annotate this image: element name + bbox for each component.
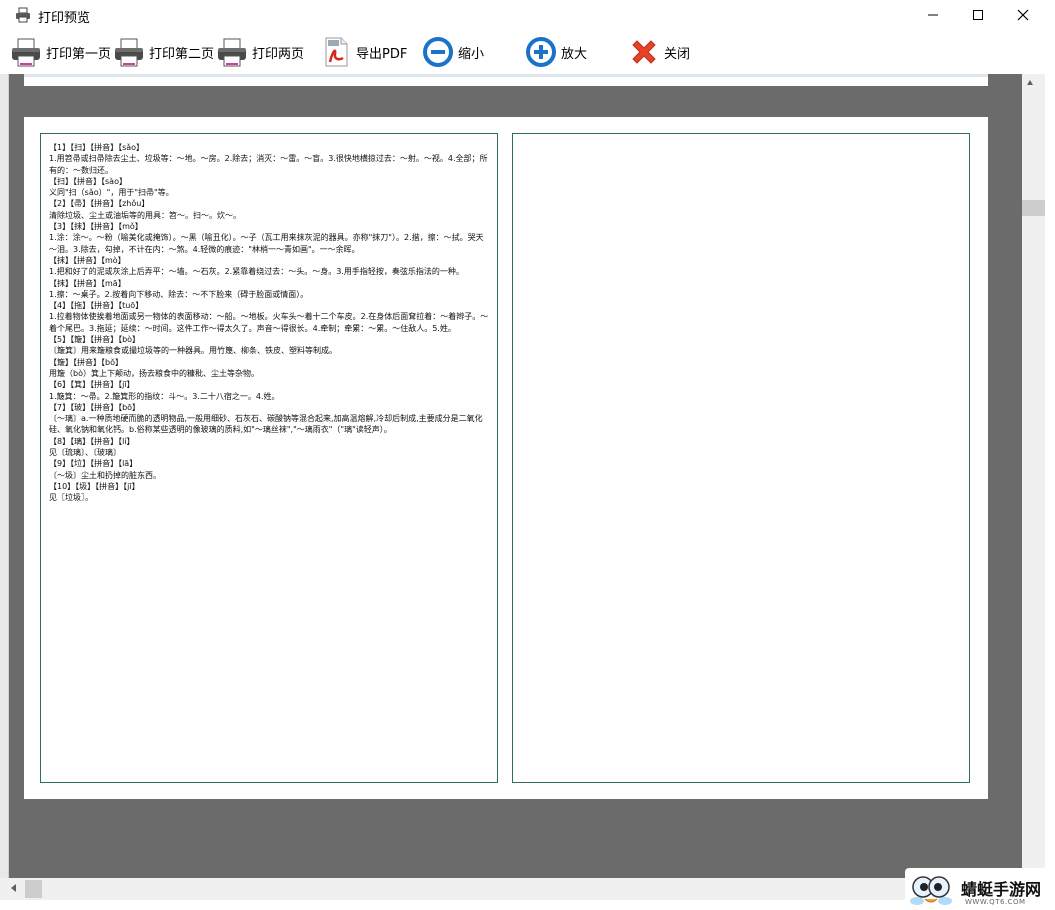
document-line: 义同"扫（sǎo）"，用于"扫帚"等。 bbox=[49, 188, 174, 198]
document-line: 1.簸箕：～帚。2.簸箕形的指纹：斗～。3.二十八宿之一。4.姓。 bbox=[49, 391, 280, 401]
document-line: 见〔琉璃〕、〔玻璃〕 bbox=[49, 448, 121, 458]
document-line: 1.把和好了的泥或灰涂上后弄平：～墙。～石灰。2.紧靠着绕过去：～头。～身。3.… bbox=[49, 267, 464, 277]
previous-page-edge bbox=[24, 74, 988, 86]
pdf-icon bbox=[320, 36, 352, 68]
export-pdf-button[interactable]: 导出PDF bbox=[320, 34, 407, 70]
document-line: 清除垃圾、尘土或油垢等的用具：笤～。扫～。炊～。 bbox=[49, 210, 241, 220]
minus-circle-icon bbox=[422, 36, 454, 68]
close-window-button[interactable] bbox=[1000, 0, 1046, 30]
print-second-page-label: 打印第二页 bbox=[149, 46, 215, 62]
toolbar: 打印第一页 打印第二页 打印两页 导出PDF 缩小 放大 关闭 bbox=[0, 30, 1055, 74]
close-icon bbox=[1017, 9, 1029, 21]
preview-sheet: 【1】【扫】【拼音】【sǎo】 1.用笤帚或扫帚除去尘土、垃圾等：～地。～房。2.… bbox=[24, 117, 988, 799]
document-line: 【3】【抹】【拼音】【mǒ】 bbox=[49, 222, 143, 232]
maximize-button[interactable] bbox=[955, 0, 1001, 30]
print-both-pages-label: 打印两页 bbox=[252, 46, 305, 62]
document-line: 【5】【簸】【拼音】【bò】 bbox=[49, 335, 141, 345]
vertical-scrollbar[interactable] bbox=[1022, 74, 1045, 878]
document-line: 1.擦：～桌子。2.按着向下移动、除去：～不下脸来（碍于脸面或情面）。 bbox=[49, 289, 309, 299]
document-line: 【2】【帚】【拼音】【zhǒu】 bbox=[49, 199, 150, 209]
document-line: 【7】【玻】【拼音】【bō】 bbox=[49, 402, 141, 412]
bottom-edge-strip bbox=[0, 900, 1045, 910]
watermark-name: 蜻蜓手游网 bbox=[961, 880, 1042, 899]
zoom-out-label: 缩小 bbox=[458, 46, 485, 62]
document-line: 用簸（bò）箕上下颠动，扬去粮食中的糠秕、尘土等杂物。 bbox=[49, 368, 259, 378]
document-line: 【4】【拖】【拼音】【tuō】 bbox=[49, 301, 144, 311]
scroll-left-icon[interactable] bbox=[11, 884, 16, 892]
red-x-icon bbox=[628, 36, 660, 68]
watermark-url: WWW.QT6.COM bbox=[965, 898, 1026, 906]
document-line: 〔簸箕〕用来簸粮食或撮垃圾等的一种器具。用竹篾、柳条、铁皮、塑料等制成。 bbox=[49, 346, 337, 356]
vertical-scroll-thumb[interactable] bbox=[1022, 200, 1045, 216]
page-two bbox=[512, 133, 970, 783]
right-edge-strip bbox=[1045, 74, 1055, 910]
document-line: 【6】【箕】【拼音】【jī】 bbox=[49, 380, 135, 390]
maximize-icon bbox=[973, 10, 983, 20]
document-line: 1.拉着物体使挨着地面或另一物体的表面移动：～船。～地板。火车头～着十二个车皮。… bbox=[49, 312, 489, 333]
zoom-in-label: 放大 bbox=[561, 46, 588, 62]
export-pdf-label: 导出PDF bbox=[356, 46, 408, 62]
document-line: 【1】【扫】【拼音】【sǎo】 bbox=[49, 143, 145, 152]
close-label: 关闭 bbox=[664, 46, 691, 62]
preview-canvas[interactable]: 【1】【扫】【拼音】【sǎo】 1.用笤帚或扫帚除去尘土、垃圾等：～地。～房。2.… bbox=[9, 74, 1022, 878]
document-line: 【抹】【拼音】【mā】 bbox=[49, 278, 126, 288]
scroll-up-icon[interactable] bbox=[1027, 80, 1033, 85]
plus-circle-icon bbox=[525, 36, 557, 68]
printer-icon bbox=[16, 7, 30, 23]
zoom-in-button[interactable]: 放大 bbox=[525, 34, 587, 70]
print-second-page-button[interactable]: 打印第二页 bbox=[113, 34, 214, 70]
site-watermark: 蜻蜓手游网 WWW.QT6.COM bbox=[905, 868, 1055, 910]
page-one-content: 【1】【扫】【拼音】【sǎo】 1.用笤帚或扫帚除去尘土、垃圾等：～地。～房。2.… bbox=[41, 134, 497, 504]
window-title: 打印预览 bbox=[38, 11, 91, 26]
left-edge-strip bbox=[0, 74, 9, 878]
zoom-out-button[interactable]: 缩小 bbox=[422, 34, 484, 70]
printer-icon bbox=[216, 36, 248, 68]
document-line: 【8】【璃】【拼音】【lí】 bbox=[49, 436, 135, 446]
minimize-button[interactable] bbox=[910, 0, 956, 30]
close-button[interactable]: 关闭 bbox=[628, 34, 690, 70]
horizontal-scroll-thumb[interactable] bbox=[25, 880, 42, 898]
document-line: 1.用笤帚或扫帚除去尘土、垃圾等：～地。～房。2.除去；消灭：～雷。～盲。3.很… bbox=[49, 154, 488, 175]
document-line: 1.涂：涂～。～粉（喻美化或掩饰）。～黑（喻丑化）。～子（瓦工用来抹灰泥的器具。… bbox=[49, 233, 484, 254]
document-line: 【扫】【拼音】【sào】 bbox=[49, 176, 127, 186]
horizontal-scrollbar[interactable] bbox=[0, 878, 1022, 900]
document-line: 【10】【圾】【拼音】【jī】 bbox=[49, 481, 140, 491]
print-both-pages-button[interactable]: 打印两页 bbox=[216, 34, 304, 70]
title-bar: 打印预览 bbox=[0, 0, 1055, 30]
print-first-page-button[interactable]: 打印第一页 bbox=[10, 34, 111, 70]
printer-icon bbox=[10, 36, 42, 68]
print-first-page-label: 打印第一页 bbox=[46, 46, 112, 62]
page-one: 【1】【扫】【拼音】【sǎo】 1.用笤帚或扫帚除去尘土、垃圾等：～地。～房。2.… bbox=[40, 133, 498, 783]
minimize-icon bbox=[928, 14, 938, 16]
document-line: 〔～圾〕尘土和扔掉的脏东西。 bbox=[49, 470, 161, 480]
printer-icon bbox=[113, 36, 145, 68]
document-line: 见〖垃圾〗。 bbox=[49, 493, 93, 503]
document-line: 【簸】【拼音】【bǒ】 bbox=[49, 357, 123, 367]
document-line: 【9】【垃】【拼音】【lā】 bbox=[49, 459, 138, 469]
dragonfly-logo-icon bbox=[910, 876, 952, 905]
document-line: 【抹】【拼音】【mò】 bbox=[49, 255, 126, 265]
document-line: 〔～璃〕a.一种质地硬而脆的透明物品,一般用细砂、石灰石、碳酸钠等混合起来,加高… bbox=[49, 414, 483, 435]
